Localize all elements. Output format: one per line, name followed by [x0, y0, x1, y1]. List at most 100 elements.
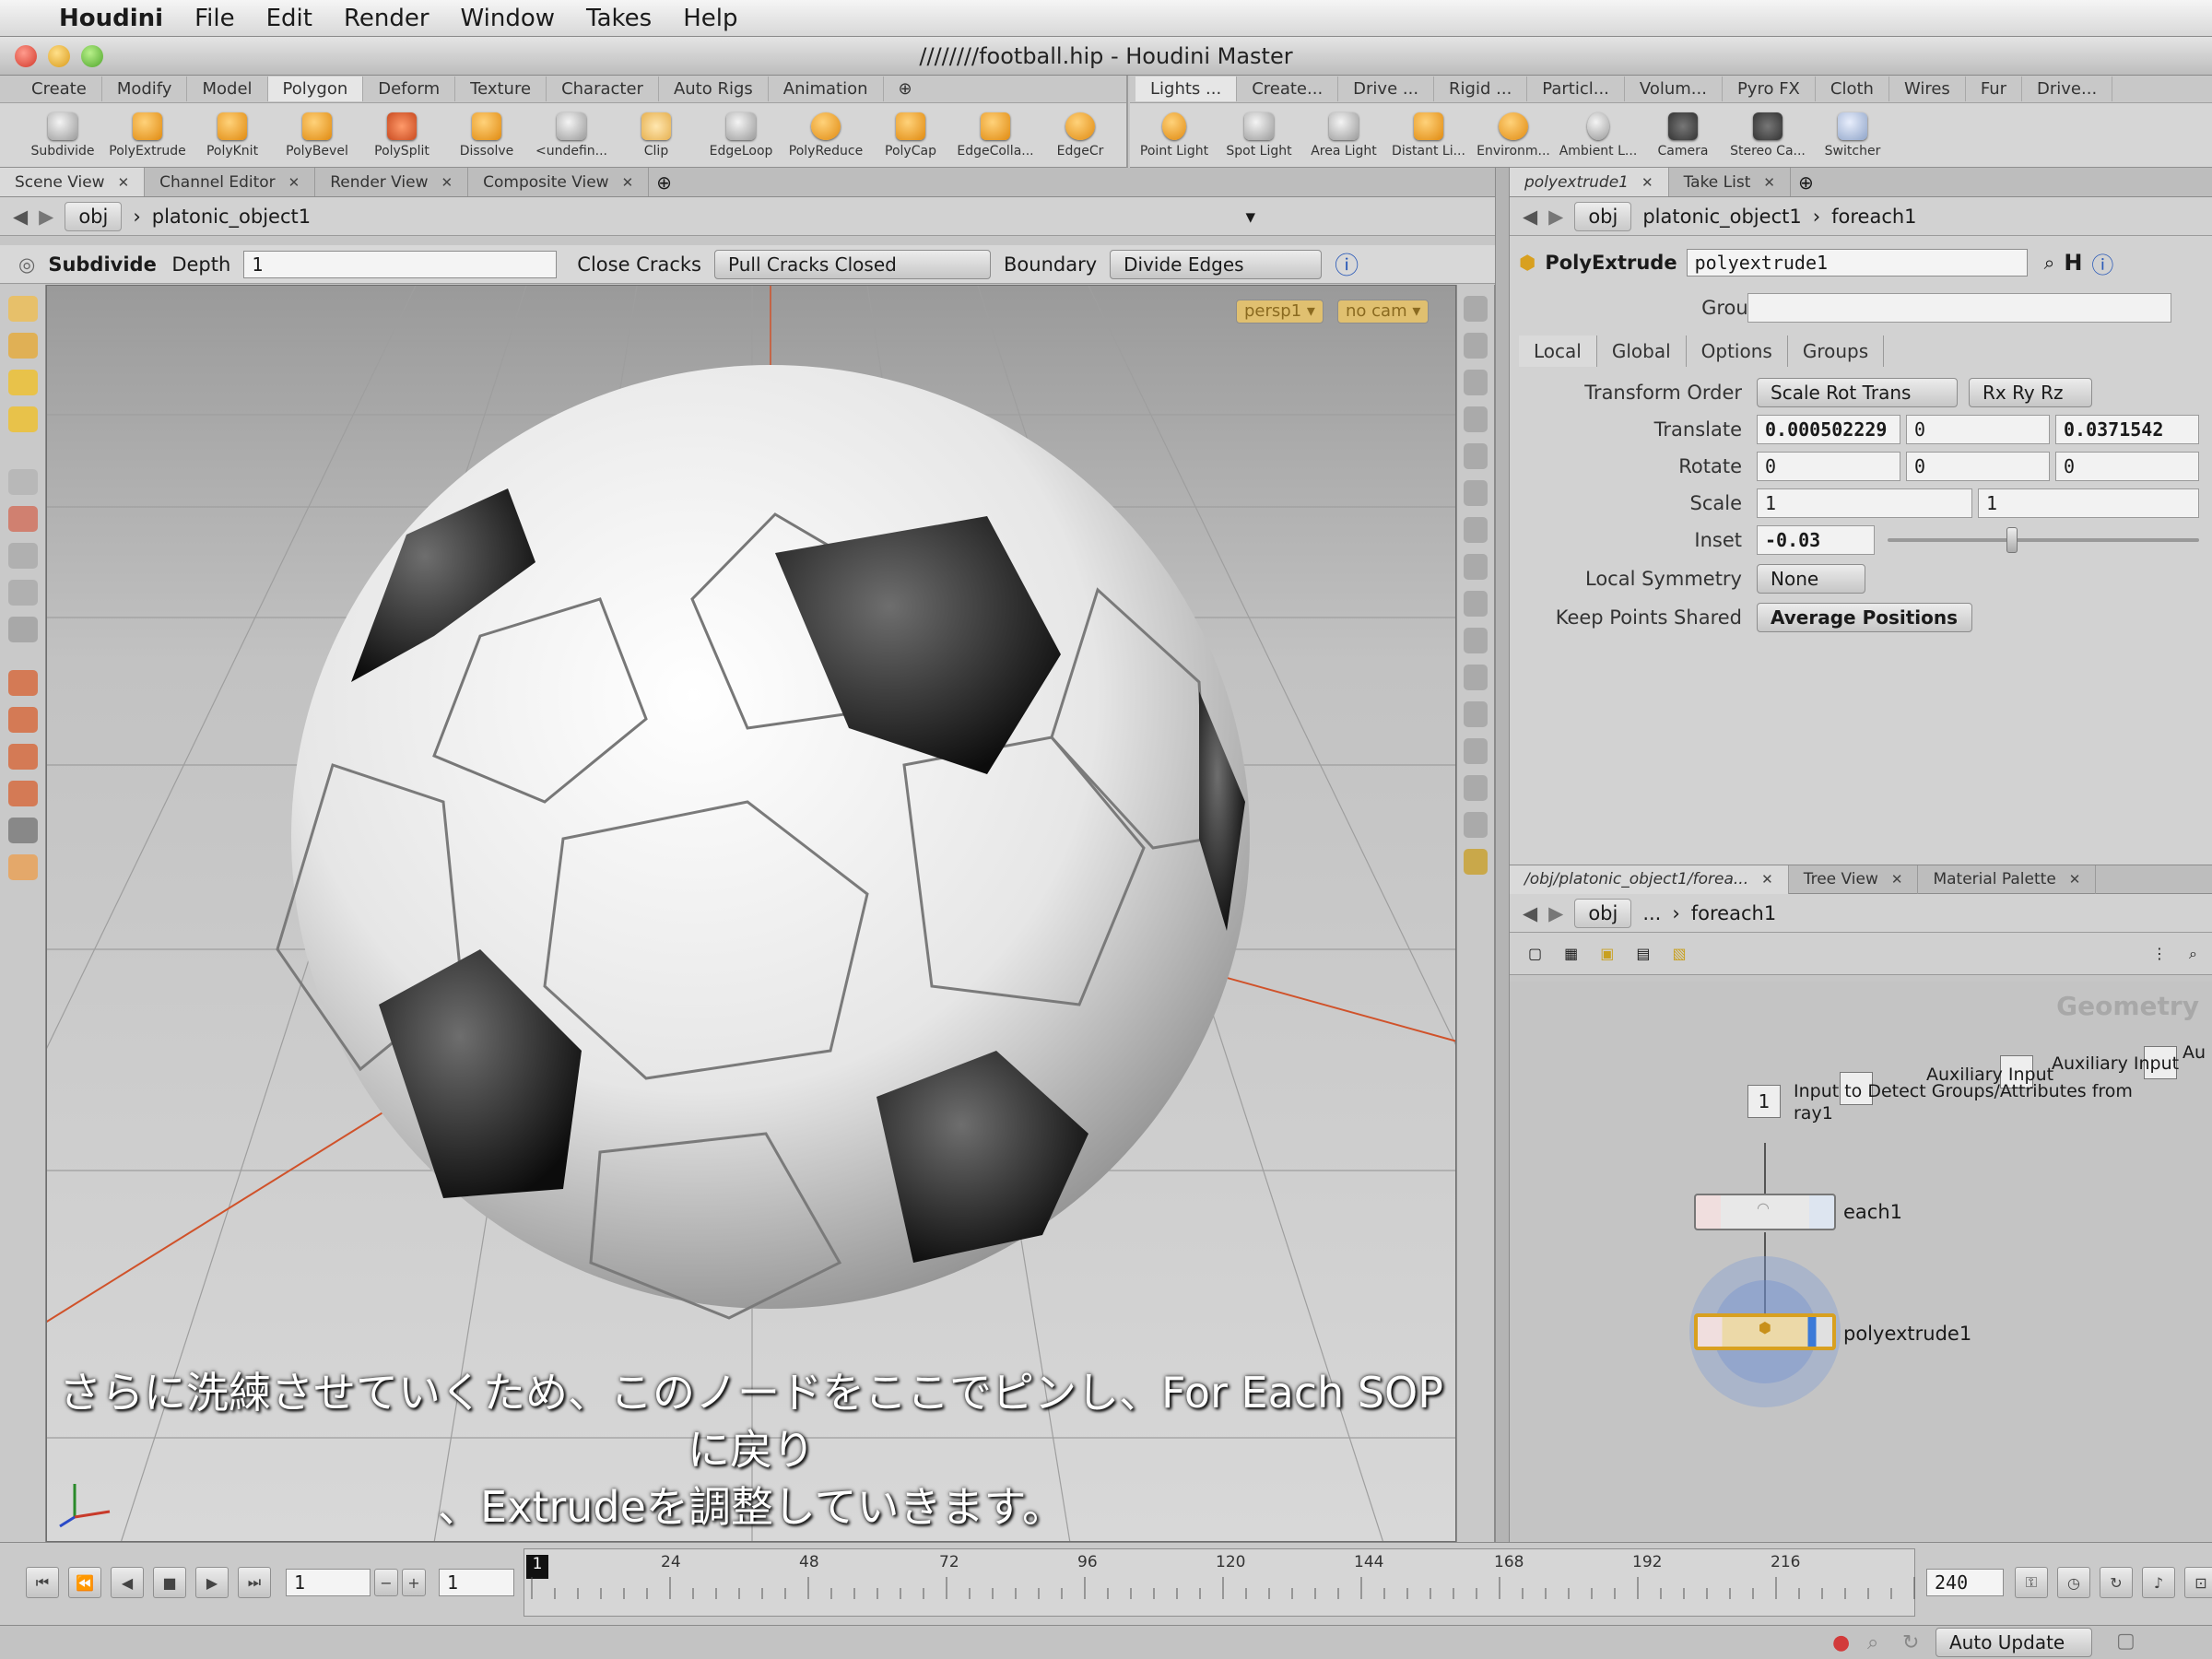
- tool-switcher[interactable]: Switcher: [1810, 112, 1895, 159]
- close-tab-icon[interactable]: ✕: [288, 174, 300, 191]
- path-obj[interactable]: obj: [1574, 898, 1632, 928]
- close-tab-icon[interactable]: ✕: [441, 174, 453, 191]
- rotation-order-menu[interactable]: Rx Ry Rz: [1969, 378, 2092, 407]
- keyframe-icon[interactable]: ⚿: [2015, 1567, 2048, 1598]
- geometry-select-icon[interactable]: [7, 670, 38, 696]
- timeline-ruler[interactable]: 1 24 48 72 96 120 144 168 192 216: [524, 1548, 1915, 1617]
- network-view-icon[interactable]: ▢: [1528, 945, 1542, 962]
- menu-takes[interactable]: Takes: [586, 5, 652, 32]
- inset-field[interactable]: -0.03: [1757, 525, 1875, 555]
- normal-display-icon[interactable]: [1464, 517, 1488, 543]
- transform-order-menu[interactable]: Scale Rot Trans: [1757, 378, 1958, 407]
- forward-arrow-icon[interactable]: ▶: [39, 206, 53, 228]
- shelf-tab-deform[interactable]: Deform: [363, 76, 456, 101]
- menu-help[interactable]: Help: [683, 5, 737, 32]
- add-shelf-tab-icon[interactable]: ⊕: [884, 76, 927, 101]
- add-tab-icon[interactable]: ⊕: [1798, 171, 1814, 194]
- tab-network-path[interactable]: /obj/platonic_object1/forea... ✕: [1510, 865, 1789, 894]
- tool-point-light[interactable]: Point Light: [1132, 112, 1217, 159]
- persp-camera-menu[interactable]: persp1 ▾: [1236, 300, 1324, 324]
- tab-composite-view[interactable]: Composite View ✕: [468, 168, 650, 196]
- wireframe-icon[interactable]: [1464, 701, 1488, 727]
- back-arrow-icon[interactable]: ◀: [13, 206, 28, 228]
- close-tab-icon[interactable]: ✕: [1891, 871, 1903, 888]
- audio-icon[interactable]: ♪: [2142, 1567, 2175, 1598]
- tool-undefined[interactable]: <undefin...: [529, 112, 614, 159]
- shelf-tab-polygon[interactable]: Polygon: [267, 76, 364, 101]
- translate-y-field[interactable]: 0: [1906, 415, 2050, 444]
- subtab-global[interactable]: Global: [1597, 335, 1687, 367]
- boundary-menu[interactable]: Divide Edges: [1110, 249, 1323, 279]
- shelf-tab-drive2[interactable]: Drive...: [2022, 76, 2113, 101]
- tool-environment-light[interactable]: Environm...: [1471, 112, 1556, 159]
- translate-z-field[interactable]: 0.0371542: [2055, 415, 2199, 444]
- snap-tool-icon[interactable]: [7, 506, 38, 532]
- point-select-icon[interactable]: [7, 707, 38, 733]
- tool-polyextrude[interactable]: PolyExtrude: [105, 112, 190, 159]
- shelf-tab-particles[interactable]: Particl...: [1527, 76, 1625, 101]
- shelf-tab-texture[interactable]: Texture: [455, 76, 547, 101]
- forward-arrow-icon[interactable]: ▶: [1548, 206, 1563, 228]
- inset-slider-handle[interactable]: [2006, 527, 2018, 553]
- brush-tool-icon[interactable]: [7, 543, 38, 569]
- shelf-tab-create2[interactable]: Create...: [1237, 76, 1339, 101]
- jump-end-icon[interactable]: ⏭: [238, 1567, 271, 1598]
- no-cam-menu[interactable]: no cam ▾: [1337, 300, 1430, 324]
- shelf-tab-model[interactable]: Model: [187, 76, 268, 101]
- shelf-tab-character[interactable]: Character: [547, 76, 659, 101]
- jump-start-icon[interactable]: ⏮: [26, 1567, 59, 1598]
- tool-camera[interactable]: Camera: [1641, 112, 1725, 159]
- shelf-tab-wires[interactable]: Wires: [1889, 76, 1966, 101]
- group-input[interactable]: [1747, 293, 2171, 323]
- back-arrow-icon[interactable]: ◀: [1523, 206, 1537, 228]
- shelf-tab-fur[interactable]: Fur: [1966, 76, 2023, 101]
- handle-tool-icon[interactable]: [7, 406, 38, 432]
- tab-scene-view[interactable]: Scene View ✕: [0, 168, 146, 196]
- pin-viewport-icon[interactable]: [1464, 849, 1488, 875]
- menu-app[interactable]: Houdini: [59, 5, 163, 32]
- path-platonic-object1[interactable]: platonic_object1: [152, 206, 311, 228]
- shelf-tab-volume[interactable]: Volum...: [1625, 76, 1723, 101]
- background-icon[interactable]: [1464, 775, 1488, 801]
- close-tab-icon[interactable]: ✕: [1763, 174, 1775, 191]
- tool-ambient-light[interactable]: Ambient L...: [1556, 112, 1641, 159]
- network-box-icon[interactable]: ▤: [1636, 945, 1650, 962]
- range-icon[interactable]: ⊡: [2184, 1567, 2212, 1598]
- view-frame-icon[interactable]: [1464, 333, 1488, 359]
- keep-points-menu[interactable]: Average Positions: [1757, 603, 1972, 632]
- node-name-input[interactable]: polyextrude1: [1686, 249, 2028, 276]
- step-back-icon[interactable]: ⏪: [68, 1567, 101, 1598]
- back-arrow-icon[interactable]: ◀: [1523, 902, 1537, 924]
- pose-tool-icon[interactable]: [7, 469, 38, 495]
- frame-decrement-button[interactable]: −: [374, 1569, 398, 1596]
- menu-file[interactable]: File: [194, 5, 235, 32]
- translate-x-field[interactable]: 0.000502229: [1757, 415, 1900, 444]
- subtab-local[interactable]: Local: [1519, 335, 1597, 367]
- network-editor[interactable]: Geometry 1 Input to Detect Groups/Attrib…: [1510, 982, 2212, 1542]
- path-foreach1[interactable]: foreach1: [1691, 902, 1776, 924]
- tab-take-list[interactable]: Take List ✕: [1669, 168, 1791, 196]
- scale-y-field[interactable]: 1: [1978, 488, 2199, 518]
- close-tab-icon[interactable]: ✕: [2069, 871, 2081, 888]
- lock-camera-icon[interactable]: [1464, 370, 1488, 395]
- tool-polycap[interactable]: PolyCap: [868, 112, 953, 159]
- play-forward-icon[interactable]: ▶: [195, 1567, 229, 1598]
- template-icon[interactable]: [1464, 628, 1488, 653]
- shelf-tab-drive[interactable]: Drive ...: [1338, 76, 1435, 101]
- visibility-icon[interactable]: [1464, 591, 1488, 617]
- shelf-tab-pyro[interactable]: Pyro FX: [1723, 76, 1816, 101]
- rotate-x-field[interactable]: 0: [1757, 452, 1900, 481]
- shelf-tab-rigid[interactable]: Rigid ...: [1434, 76, 1528, 101]
- zoom-icon[interactable]: ⌕: [2189, 945, 2197, 963]
- tool-subdivide[interactable]: Subdivide: [20, 112, 105, 159]
- tool-distant-light[interactable]: Distant Li...: [1386, 112, 1471, 159]
- tool-spot-light[interactable]: Spot Light: [1217, 112, 1301, 159]
- shelf-tab-modify[interactable]: Modify: [102, 76, 188, 101]
- path-foreach1[interactable]: foreach1: [1831, 206, 1916, 228]
- point-display-icon[interactable]: [1464, 480, 1488, 506]
- performance-icon[interactable]: ⌕: [1867, 1631, 1878, 1654]
- shelf-tab-cloth[interactable]: Cloth: [1816, 76, 1889, 101]
- tool-polyknit[interactable]: PolyKnit: [190, 112, 275, 159]
- stop-cook-icon[interactable]: ●: [1832, 1631, 1850, 1654]
- frame-increment-button[interactable]: +: [402, 1569, 426, 1596]
